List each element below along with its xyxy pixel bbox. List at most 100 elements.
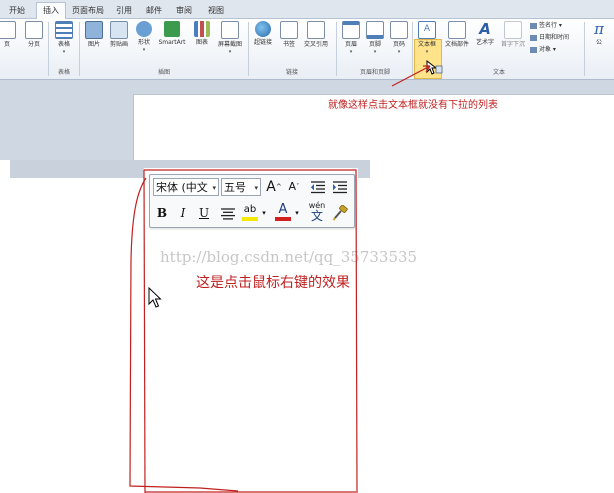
tab-home[interactable]: 开始 — [6, 3, 28, 18]
cross-reference-icon — [307, 21, 325, 39]
page-number-button[interactable]: 页码 ▾ — [386, 21, 412, 55]
footer-icon — [366, 21, 384, 39]
signature-icon — [530, 22, 537, 29]
tab-references[interactable]: 引用 — [112, 3, 136, 18]
group-separator — [48, 22, 49, 76]
underline-button[interactable]: U — [195, 204, 213, 222]
pi-icon: π — [594, 20, 604, 38]
bookmark-button[interactable]: 书签 — [276, 21, 302, 49]
group-label-header-footer: 页眉和页脚 — [359, 69, 390, 76]
chevron-down-icon: ▾ — [295, 209, 299, 217]
highlight-color-bar — [242, 217, 258, 221]
tab-view[interactable]: 视图 — [204, 3, 228, 18]
textbox-button[interactable]: A 文本框 ▾ — [414, 21, 440, 55]
table-icon — [55, 21, 73, 39]
chevron-down-icon: ▾ — [212, 184, 216, 192]
date-time-button[interactable]: 日期和时间 — [530, 33, 569, 42]
group-separator — [584, 22, 585, 76]
group-label-tables: 表格 — [57, 69, 70, 76]
page-number-icon — [390, 21, 408, 39]
page-break-button[interactable]: 分页 — [21, 21, 47, 49]
tab-mailings[interactable]: 邮件 — [142, 3, 166, 18]
footer-button[interactable]: 页脚 ▾ — [362, 21, 388, 55]
font-size-combo[interactable]: 五号 ▾ — [221, 178, 261, 196]
wordart-button[interactable]: A 艺术字 — [472, 21, 498, 47]
object-button[interactable]: 对象 ▾ — [530, 45, 556, 54]
chart-icon — [194, 21, 210, 37]
tab-page-layout[interactable]: 页面布局 — [70, 3, 106, 18]
bookmark-icon — [280, 21, 298, 39]
decrease-indent-icon[interactable] — [310, 181, 326, 194]
quick-parts-button[interactable]: 文档部件 — [442, 21, 472, 49]
smartart-icon — [164, 21, 180, 37]
highlight-button[interactable]: ab — [241, 202, 259, 221]
annotation-note-textbox: 就像这样点击文本框就没有下拉的列表 — [328, 100, 498, 111]
shapes-button[interactable]: 形状 ▾ — [131, 21, 157, 53]
header-button[interactable]: 页眉 ▾ — [338, 21, 364, 55]
chevron-down-icon: ▾ — [254, 184, 258, 192]
header-icon — [342, 21, 360, 39]
globe-link-icon — [255, 21, 271, 37]
page-icon — [0, 21, 16, 39]
screenshot-icon — [221, 21, 239, 39]
group-label-links: 链接 — [285, 69, 298, 76]
highlight-dropdown[interactable]: ▾ — [260, 204, 268, 222]
chevron-down-icon: ▾ — [425, 49, 429, 55]
clipart-button[interactable]: 剪贴画 — [106, 21, 132, 49]
smartart-button[interactable]: SmartArt — [157, 21, 187, 47]
object-icon — [530, 46, 537, 53]
group-separator — [336, 22, 337, 76]
dropcap-button[interactable]: 首字下沉 — [498, 21, 528, 49]
increase-indent-icon[interactable] — [332, 181, 348, 194]
font-color-dropdown[interactable]: ▾ — [293, 204, 301, 222]
italic-button[interactable]: I — [174, 204, 192, 222]
clipart-icon — [110, 21, 128, 39]
center-align-icon[interactable] — [220, 208, 236, 220]
tab-insert[interactable]: 插入 — [36, 2, 66, 20]
chevron-down-icon: ▾ — [349, 49, 353, 55]
textbox-icon: A — [418, 21, 436, 39]
equation-button[interactable]: π 公 — [586, 21, 612, 47]
chevron-down-icon: ▾ — [262, 209, 266, 217]
group-separator — [79, 22, 80, 76]
caret-up-icon: ^ — [275, 183, 282, 191]
chevron-down-icon: ▾ — [373, 49, 377, 55]
tab-review[interactable]: 审阅 — [172, 3, 196, 18]
bold-button[interactable]: B — [153, 204, 171, 222]
chevron-down-icon: ▾ — [142, 47, 146, 53]
page-button[interactable]: 页 — [0, 21, 20, 49]
annotation-note-rightclick: 这是点击鼠标右键的效果 — [196, 275, 350, 291]
picture-icon — [85, 21, 103, 39]
quick-parts-icon — [448, 21, 466, 39]
caret-down-icon: ˇ — [296, 183, 300, 191]
font-color-button[interactable]: A — [274, 202, 292, 221]
table-button[interactable]: 表格 ▾ — [51, 21, 77, 55]
shapes-icon — [136, 21, 152, 37]
grow-font-button[interactable]: A^ — [265, 178, 283, 196]
calendar-icon — [530, 34, 537, 41]
group-separator — [248, 22, 249, 76]
chevron-down-icon: ▾ — [228, 49, 232, 55]
mini-toolbar: 宋体 (中文 ▾ 五号 ▾ A^ Aˇ B I U ab ▾ A ▾ wén 文 — [149, 174, 355, 228]
cross-reference-button[interactable]: 交叉引用 — [300, 21, 332, 49]
chevron-down-icon: ▾ — [397, 49, 401, 55]
phonetic-guide-button[interactable]: wén 文 — [306, 201, 328, 225]
chart-button[interactable]: 图表 — [189, 21, 215, 47]
chevron-down-icon: ▾ — [62, 49, 66, 55]
ribbon-tab-bar: 开始 插入 页面布局 引用 邮件 审阅 视图 — [0, 0, 614, 20]
format-painter-icon[interactable] — [332, 205, 349, 221]
group-label-illustrations: 插图 — [157, 69, 170, 76]
dropcap-icon — [504, 21, 522, 39]
picture-button[interactable]: 图片 — [81, 21, 107, 49]
shrink-font-button[interactable]: Aˇ — [286, 178, 302, 196]
cursor-icon — [426, 60, 443, 75]
ribbon: 页 分页 表格 ▾ 表格 图片 剪贴画 形状 ▾ SmartArt 图表 屏幕截… — [0, 19, 614, 80]
group-separator — [412, 22, 413, 76]
wordart-icon: A — [479, 20, 491, 38]
screenshot-button[interactable]: 屏幕截图 ▾ — [215, 21, 245, 55]
hyperlink-button[interactable]: 超链接 — [250, 21, 276, 47]
watermark-url: http://blog.csdn.net/qq_35733535 — [160, 248, 418, 266]
font-name-combo[interactable]: 宋体 (中文 ▾ — [153, 178, 219, 196]
signature-line-button[interactable]: 签名行 ▾ — [530, 21, 562, 30]
font-color-bar — [275, 217, 291, 221]
